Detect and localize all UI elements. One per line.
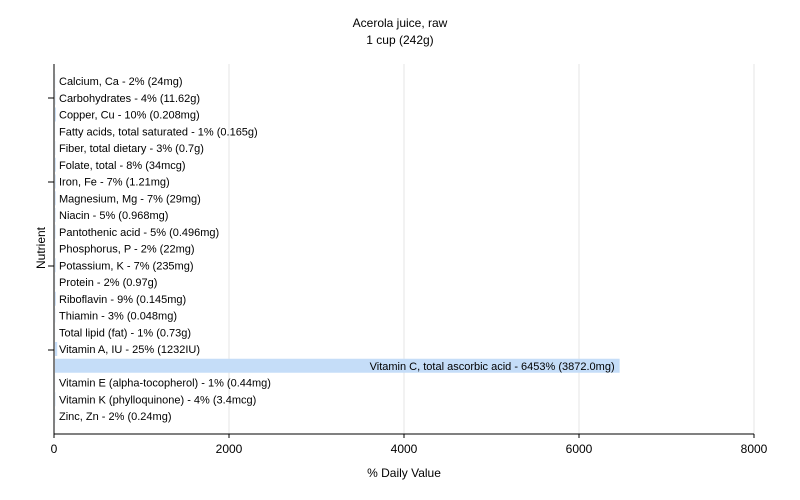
- bar: [55, 258, 56, 273]
- bar-label: Folate, total - 8% (34mcg): [59, 160, 186, 172]
- bar-label: Total lipid (fat) - 1% (0.73g): [59, 327, 191, 339]
- bar: [55, 107, 56, 122]
- x-tick-label: 8000: [741, 442, 768, 456]
- bar: [55, 342, 58, 356]
- bar-label: Vitamin A, IU - 25% (1232IU): [59, 344, 200, 356]
- x-axis-label: % Daily Value: [367, 466, 441, 480]
- bar-label: Calcium, Ca - 2% (24mg): [59, 76, 182, 88]
- bar-label: Magnesium, Mg - 7% (29mg): [59, 193, 201, 205]
- x-tick-label: 6000: [566, 442, 593, 456]
- bar-label: Riboflavin - 9% (0.145mg): [59, 294, 186, 306]
- chart-subtitle: 1 cup (242g): [366, 33, 433, 47]
- bar-label: Fatty acids, total saturated - 1% (0.165…: [59, 126, 258, 138]
- x-tick-label: 4000: [391, 442, 418, 456]
- bar-label: Niacin - 5% (0.968mg): [59, 210, 168, 222]
- bar-label: Iron, Fe - 7% (1.21mg): [59, 177, 170, 189]
- bar: [55, 174, 56, 189]
- bar-label: Thiamin - 3% (0.048mg): [59, 311, 177, 323]
- bar-label: Vitamin E (alpha-tocopherol) - 1% (0.44m…: [59, 378, 271, 390]
- chart: 0 2000 4000 6000 8000 Calcium, Ca - 2% (24mg…: [0, 0, 800, 500]
- bar-label: Zinc, Zn - 2% (0.24mg): [59, 411, 171, 423]
- x-tick-label: 2000: [216, 442, 243, 456]
- bar-label: Potassium, K - 7% (235mg): [59, 260, 194, 272]
- bar-label: Copper, Cu - 10% (0.208mg): [59, 110, 200, 122]
- chart-title: Acerola juice, raw: [353, 16, 448, 30]
- bar-label: Vitamin C, total ascorbic acid - 6453% (…: [370, 361, 615, 373]
- bar: [55, 291, 56, 306]
- y-axis-label: Nutrient: [34, 226, 48, 269]
- bar-label: Carbohydrates - 4% (11.62g): [59, 93, 200, 105]
- x-tick-label: 0: [51, 442, 58, 456]
- bar-label: Vitamin K (phylloquinone) - 4% (3.4mcg): [59, 394, 256, 406]
- bar-label: Protein - 2% (0.97g): [59, 277, 157, 289]
- bar: [55, 191, 56, 206]
- bar-label: Fiber, total dietary - 3% (0.7g): [59, 143, 204, 155]
- bar-label: Phosphorus, P - 2% (22mg): [59, 244, 195, 256]
- bar-label: Pantothenic acid - 5% (0.496mg): [59, 227, 219, 239]
- bar: [55, 157, 56, 172]
